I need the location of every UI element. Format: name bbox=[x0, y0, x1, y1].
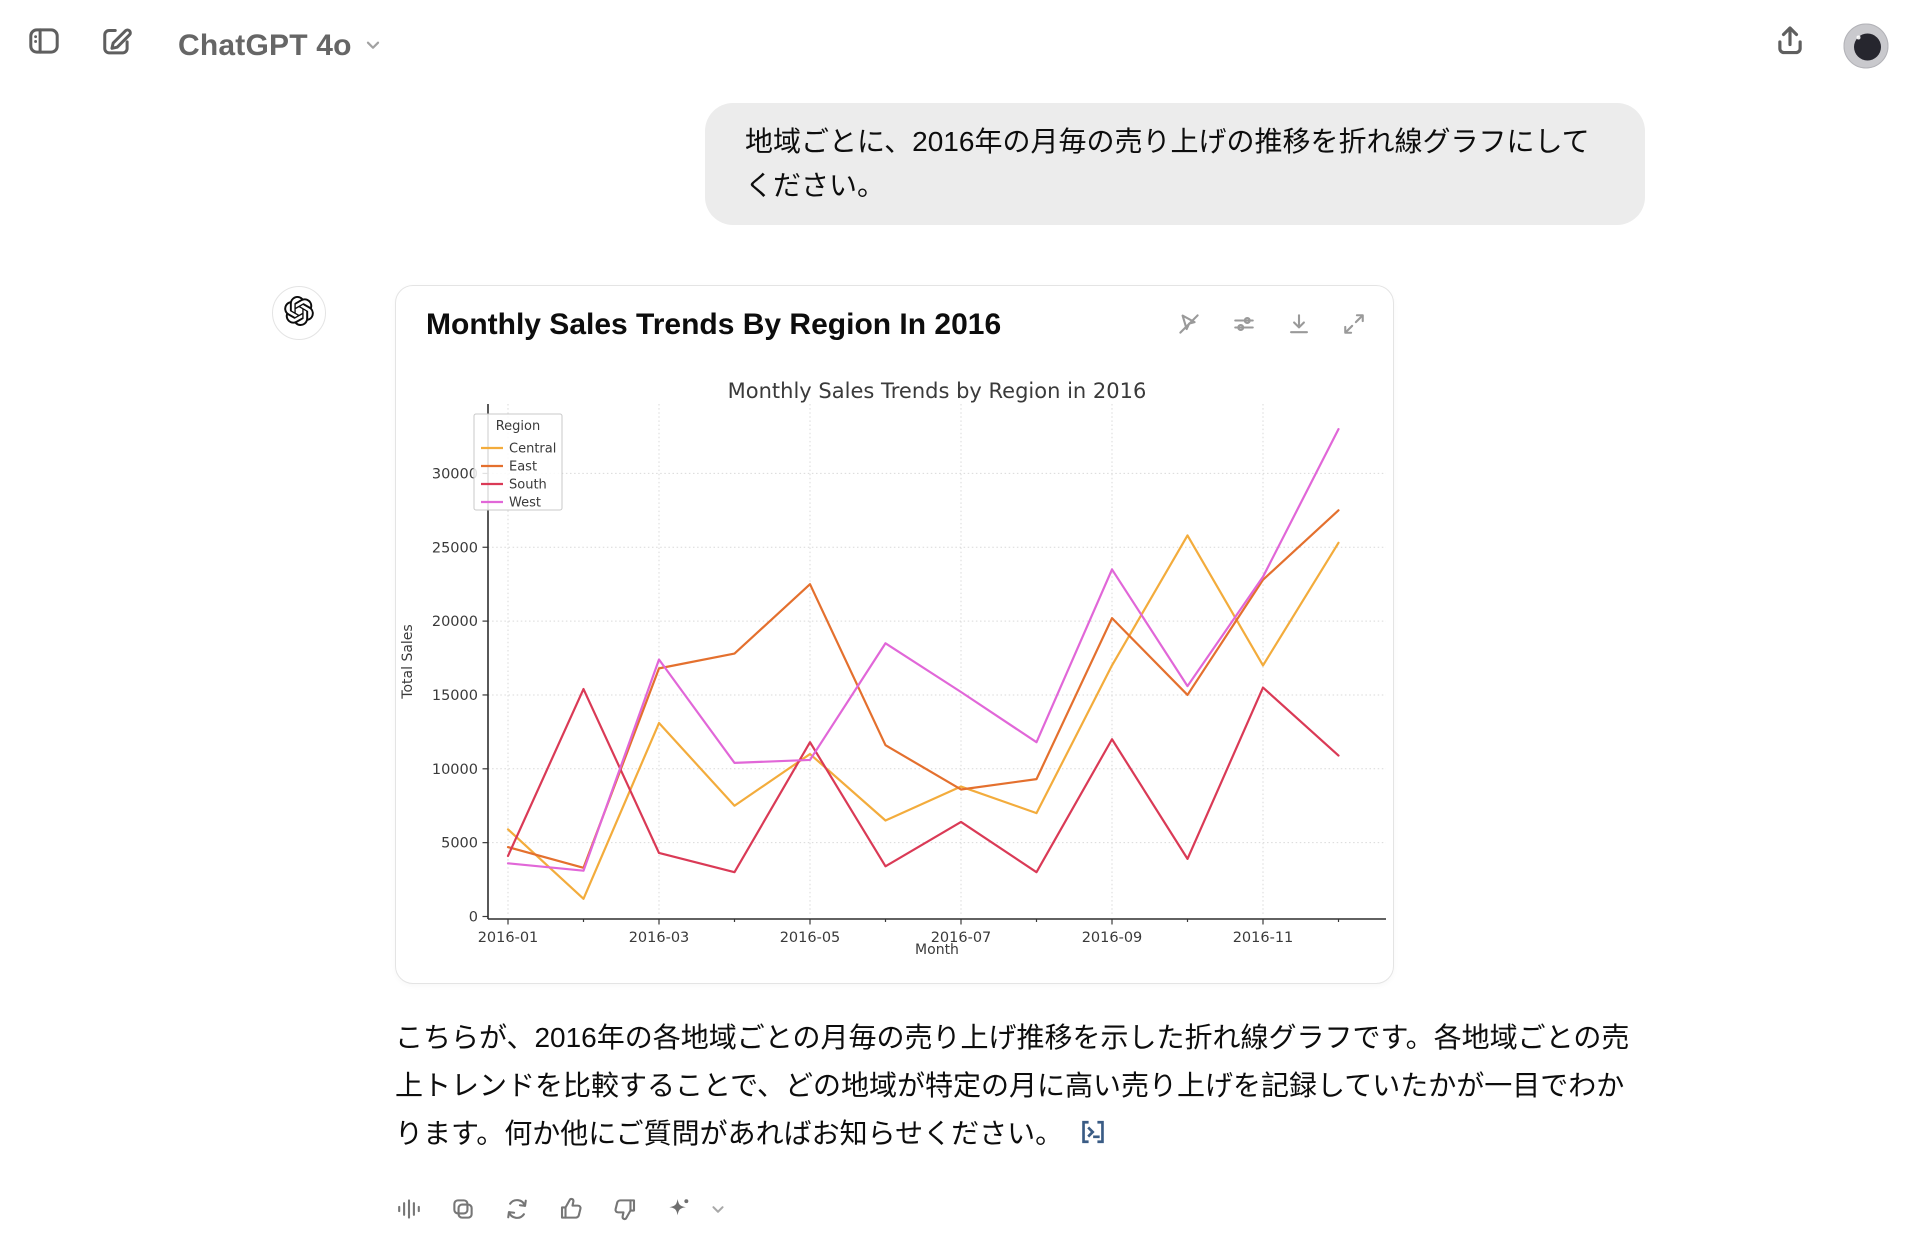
x-tick-label: 2016-05 bbox=[780, 930, 841, 946]
x-tick-label: 2016-09 bbox=[1082, 930, 1143, 946]
figure: 2016-012016-032016-052016-072016-092016-… bbox=[396, 286, 1393, 983]
thumbs-down-button[interactable] bbox=[607, 1192, 643, 1228]
y-axis-label: Total Sales bbox=[400, 624, 416, 699]
sidebar-toggle-button[interactable] bbox=[22, 20, 66, 64]
thumbs-up-button[interactable] bbox=[553, 1192, 589, 1228]
sidebar-toggle-icon bbox=[26, 23, 62, 62]
chart-toolbar bbox=[1172, 308, 1371, 342]
expand-chart-button[interactable] bbox=[1337, 308, 1371, 342]
model-label: ChatGPT 4o bbox=[178, 29, 352, 63]
share-button[interactable] bbox=[1768, 20, 1812, 64]
legend-label-west: West bbox=[509, 496, 541, 511]
legend-title: Region bbox=[496, 419, 541, 434]
y-tick-label: 30000 bbox=[432, 466, 478, 482]
static-chart-icon bbox=[1175, 310, 1203, 341]
y-tick-label: 5000 bbox=[441, 836, 478, 852]
user-message-bubble: 地域ごとに、2016年の月毎の売り上げの推移を折れ線グラフにしてください。 bbox=[705, 103, 1645, 225]
y-tick-label: 0 bbox=[469, 910, 478, 926]
thumbs-down-icon bbox=[611, 1195, 639, 1226]
openai-logo-icon bbox=[284, 296, 314, 331]
y-tick-label: 25000 bbox=[432, 540, 478, 556]
user-message-text: 地域ごとに、2016年の月毎の売り上げの推移を折れ線グラフにしてください。 bbox=[745, 126, 1590, 201]
legend-label-east: East bbox=[509, 460, 537, 475]
read-aloud-icon bbox=[395, 1195, 423, 1226]
read-aloud-button[interactable] bbox=[391, 1192, 427, 1228]
account-button[interactable] bbox=[1843, 23, 1889, 69]
static-chart-button[interactable] bbox=[1172, 308, 1206, 342]
chatgpt-app: ChatGPT 4o 地域ごとに、2016年の月毎の売り bbox=[0, 0, 1920, 1249]
new-chat-icon bbox=[98, 23, 134, 62]
message-actions bbox=[391, 1192, 731, 1228]
copy-icon bbox=[449, 1195, 477, 1226]
model-switcher[interactable]: ChatGPT 4o bbox=[178, 24, 384, 68]
series-line-south bbox=[508, 688, 1339, 873]
regenerate-icon bbox=[503, 1195, 531, 1226]
legend-label-south: South bbox=[509, 478, 547, 493]
y-tick-label: 15000 bbox=[432, 688, 478, 704]
y-tick-label: 20000 bbox=[432, 614, 478, 630]
x-tick-label: 2016-01 bbox=[478, 930, 539, 946]
chevron-down-icon bbox=[362, 34, 384, 59]
chevron-down-icon bbox=[707, 1198, 729, 1223]
series-line-east bbox=[508, 510, 1339, 867]
regenerate-button[interactable] bbox=[499, 1192, 535, 1228]
download-icon bbox=[1285, 310, 1313, 341]
y-tick-label: 10000 bbox=[432, 762, 478, 778]
chart-card-title: Monthly Sales Trends By Region In 2016 bbox=[426, 308, 1001, 342]
chart-card: 2016-012016-032016-052016-072016-092016-… bbox=[395, 285, 1394, 984]
more-models-button[interactable] bbox=[705, 1192, 731, 1228]
assistant-message-text: こちらが、2016年の各地域ごとの月毎の売り上げ推移を示した折れ線グラフです。各… bbox=[395, 1022, 1629, 1149]
copy-button[interactable] bbox=[445, 1192, 481, 1228]
assistant-message: こちらが、2016年の各地域ごとの月毎の売り上げ推移を示した折れ線グラフです。各… bbox=[395, 1014, 1645, 1158]
model-badge-button[interactable] bbox=[661, 1192, 697, 1228]
chart-settings-button[interactable] bbox=[1227, 308, 1261, 342]
x-tick-label: 2016-11 bbox=[1233, 930, 1294, 946]
figure-title: Monthly Sales Trends by Region in 2016 bbox=[728, 379, 1147, 403]
thumbs-up-icon bbox=[557, 1195, 585, 1226]
view-analysis-chip[interactable] bbox=[1077, 1116, 1109, 1151]
sparkle-icon bbox=[665, 1195, 693, 1226]
chart-settings-icon bbox=[1230, 310, 1258, 341]
user-avatar bbox=[1843, 57, 1889, 72]
code-terminal-icon bbox=[1077, 1136, 1109, 1151]
expand-icon bbox=[1340, 310, 1368, 341]
share-icon bbox=[1771, 22, 1809, 63]
download-chart-button[interactable] bbox=[1282, 308, 1316, 342]
x-tick-label: 2016-03 bbox=[629, 930, 690, 946]
assistant-avatar bbox=[272, 286, 326, 340]
legend-label-central: Central bbox=[509, 442, 556, 457]
new-chat-button[interactable] bbox=[94, 20, 138, 64]
x-axis-label: Month bbox=[915, 942, 959, 958]
